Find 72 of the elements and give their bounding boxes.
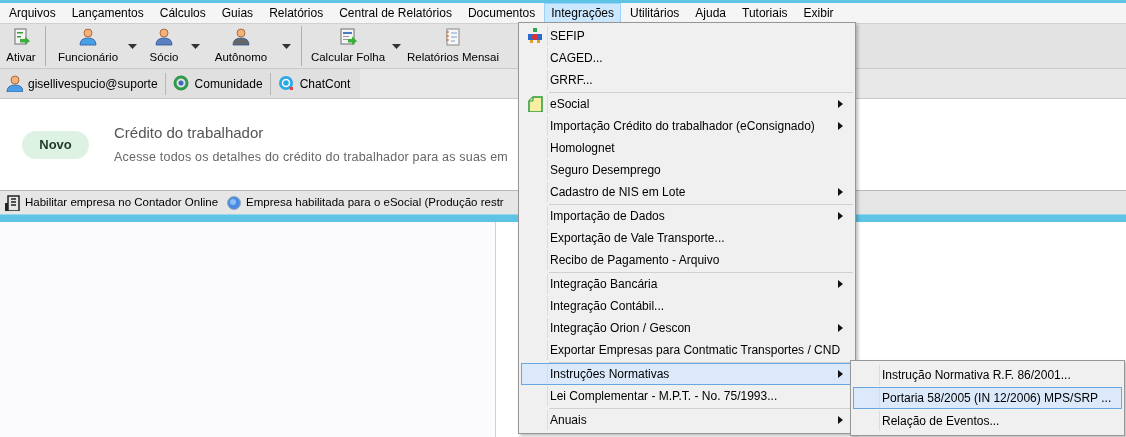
menu-option[interactable]: Exportar Empresas para Contmatic Transportes / CND bbox=[521, 339, 853, 361]
menu-item[interactable]: Integrações bbox=[544, 3, 621, 23]
toolbar-button[interactable]: Calcular Folha bbox=[308, 24, 405, 68]
person-icon bbox=[231, 27, 251, 46]
dropdown-arrow-icon bbox=[392, 43, 401, 49]
menu-item[interactable]: Central de Relatórios bbox=[332, 3, 459, 23]
menu-item[interactable]: Exibir bbox=[796, 3, 841, 23]
menu-option[interactable]: SEFIP bbox=[521, 25, 853, 47]
menu-option[interactable]: Cadastro de NIS em Lote bbox=[521, 181, 853, 203]
menu-option[interactable]: Homolognet bbox=[521, 137, 853, 159]
dropdown-arrow-icon bbox=[191, 43, 200, 49]
toolbar-button[interactable]: Funcionário bbox=[52, 24, 141, 68]
menu-option[interactable]: Instruções Normativas bbox=[521, 363, 853, 385]
submenu-arrow-icon bbox=[838, 122, 843, 130]
person-icon bbox=[78, 27, 98, 46]
menu-item[interactable]: Ajuda bbox=[688, 3, 734, 23]
building-icon bbox=[5, 194, 21, 211]
new-badge: Novo bbox=[22, 130, 89, 159]
banner-title: Crédito do trabalhador bbox=[114, 122, 265, 143]
submenu-arrow-icon bbox=[838, 324, 843, 332]
toolbar-button[interactable]: Relatórios Mensai bbox=[405, 24, 501, 68]
menu-option[interactable]: Integração Contábil... bbox=[521, 295, 853, 317]
menu-item[interactable]: Cálculos bbox=[152, 3, 213, 23]
menu-option[interactable]: Anuais bbox=[521, 409, 853, 431]
menu-option[interactable]: Recibo de Pagamento - Arquivo bbox=[521, 249, 853, 271]
dropdown-arrow-icon bbox=[282, 43, 291, 49]
menu-option[interactable]: eSocial bbox=[521, 93, 853, 115]
document-arrow-icon bbox=[11, 27, 31, 46]
submenu-arrow-icon bbox=[838, 100, 843, 108]
toolbar-button[interactable]: Autônomo bbox=[204, 24, 295, 68]
status-link[interactable]: Habilitar empresa no Contador Online bbox=[25, 193, 219, 212]
menu-option[interactable]: Importação Crédito do trabalhador (eConsignado) bbox=[521, 115, 853, 137]
menu-option[interactable]: GRRF... bbox=[521, 69, 853, 91]
sheet-arrow-icon bbox=[338, 27, 358, 46]
menu-item[interactable]: Documentos bbox=[460, 3, 543, 23]
status-text: Empresa habilitada para o eSocial (Produção restr bbox=[246, 194, 504, 210]
menu-item[interactable]: Tutoriais bbox=[735, 3, 795, 23]
banner-description: Acesse todos os detalhes do crédito do trabalhador para as suas em bbox=[114, 149, 508, 167]
menu-option[interactable]: Portaria 58/2005 (IN 12/2006) MPS/SRP ... bbox=[853, 387, 1122, 409]
ring-icon bbox=[172, 75, 190, 92]
menu-item[interactable]: Arquivos bbox=[2, 3, 63, 23]
dropdown-arrow-icon bbox=[128, 43, 137, 49]
submenu-arrow-icon bbox=[838, 370, 843, 378]
toolbar-button[interactable]: Sócio bbox=[141, 24, 204, 68]
user-bar-link[interactable]: ChatCont bbox=[275, 74, 353, 93]
user-bar-link[interactable]: Comunidade bbox=[170, 74, 265, 93]
menu-option[interactable]: Lei Complementar - M.P.T. - No. 75/1993... bbox=[521, 385, 853, 407]
submenu-arrow-icon bbox=[838, 212, 843, 220]
person-icon bbox=[6, 75, 23, 92]
menu-option[interactable]: Integração Bancária bbox=[521, 273, 853, 295]
menu-option[interactable]: Exportação de Vale Transporte... bbox=[521, 227, 853, 249]
menu-option[interactable]: Relação de Eventos... bbox=[853, 410, 1122, 432]
menu-option[interactable]: Importação de Dados bbox=[521, 205, 853, 227]
submenu-arrow-icon bbox=[838, 280, 843, 288]
user-bar-link[interactable]: gisellivespucio@suporte bbox=[4, 74, 160, 93]
menu-item[interactable]: Utilitários bbox=[623, 3, 687, 23]
toolbar-button[interactable]: Ativar bbox=[3, 24, 39, 68]
menu-option[interactable]: Seguro Desemprego bbox=[521, 159, 853, 181]
menu-item[interactable]: Lançamentos bbox=[64, 3, 151, 23]
chat-bubble-icon bbox=[277, 75, 295, 92]
menu-item[interactable]: Relatórios bbox=[262, 3, 331, 23]
person-icon bbox=[154, 27, 174, 46]
menu-option[interactable]: CAGED... bbox=[521, 47, 853, 69]
page-icon bbox=[526, 96, 543, 112]
notebook-icon bbox=[443, 27, 463, 46]
circle-icon bbox=[226, 194, 243, 211]
menu-item[interactable]: Guias bbox=[214, 3, 261, 23]
menu-option[interactable]: Instrução Normativa R.F. 86/2001... bbox=[853, 364, 1122, 386]
submenu-arrow-icon bbox=[838, 188, 843, 196]
network-icon bbox=[526, 28, 543, 44]
menu-option[interactable]: Integração Orion / Gescon bbox=[521, 317, 853, 339]
submenu-arrow-icon bbox=[838, 416, 843, 424]
